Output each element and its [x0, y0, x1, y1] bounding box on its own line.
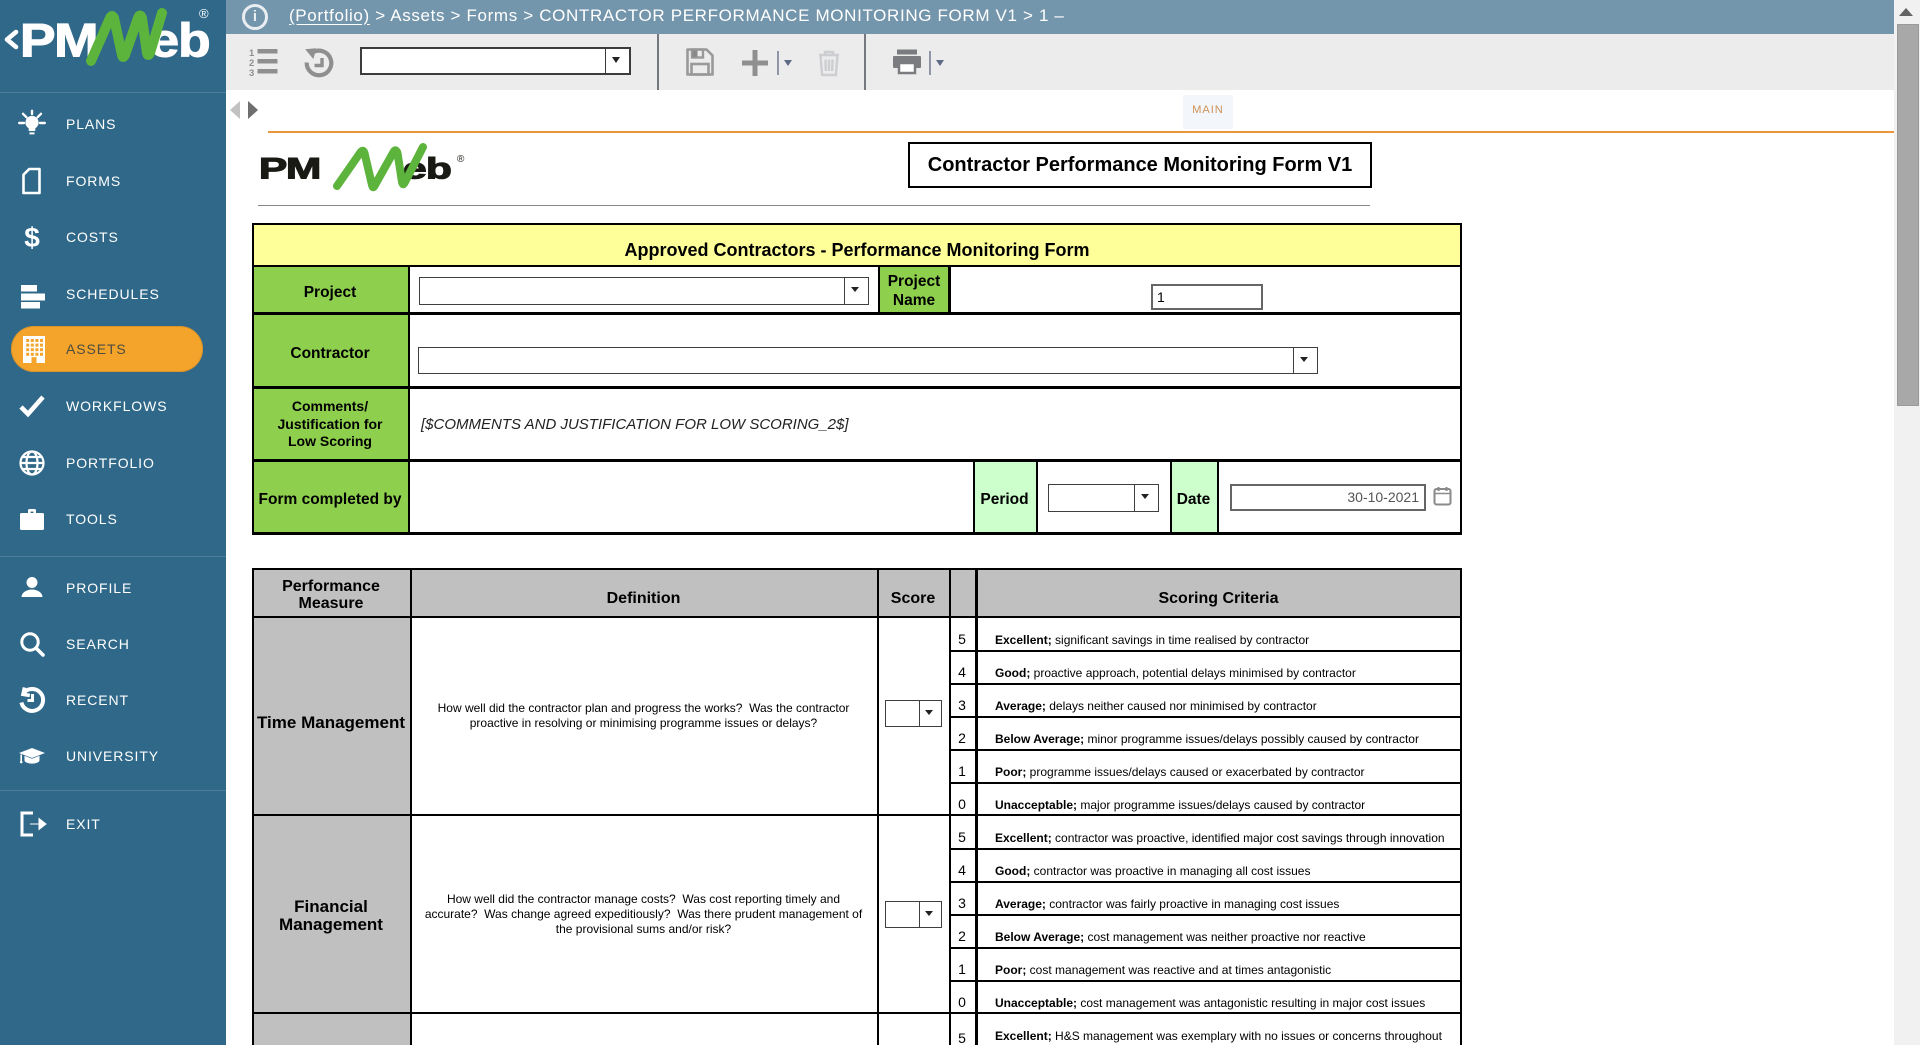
svg-text:PM: PM: [20, 14, 97, 67]
svg-text:3: 3: [249, 68, 254, 79]
svg-text:$: $: [24, 222, 40, 252]
svg-text:®: ®: [199, 6, 209, 21]
svg-text:PM: PM: [259, 152, 320, 185]
svg-text:®: ®: [457, 154, 465, 165]
